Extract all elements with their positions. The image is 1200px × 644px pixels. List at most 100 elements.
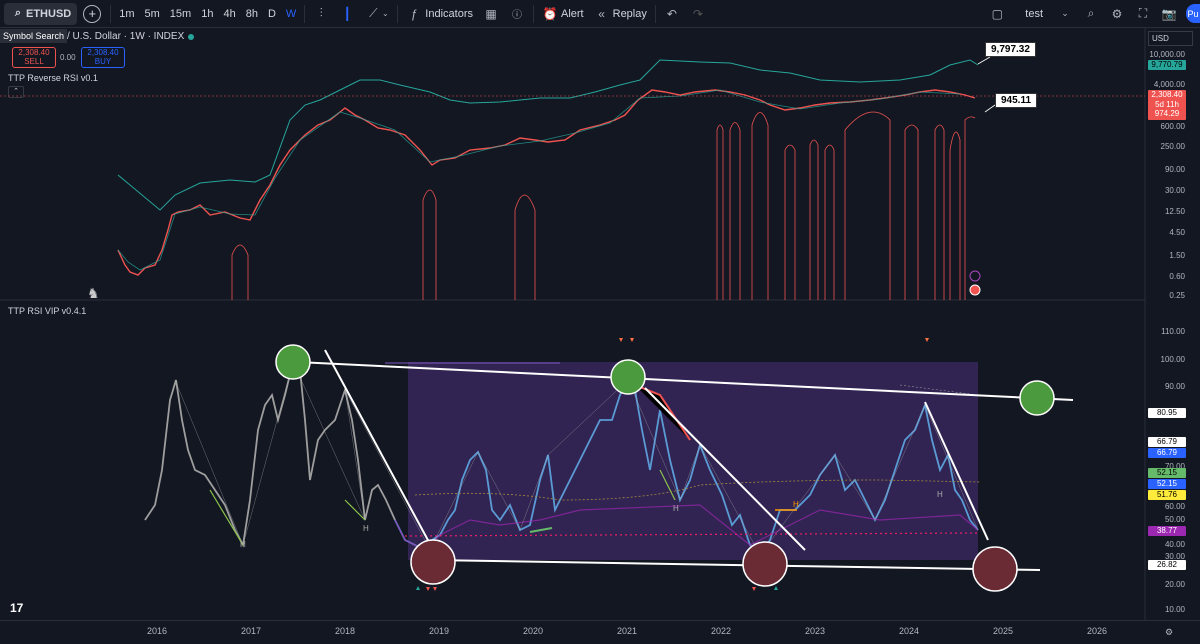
line-chart-type-button[interactable]: ⟋ ⌄ [360, 3, 394, 25]
bar-chart-type-button[interactable]: ⫶ [308, 3, 334, 25]
indicators-button[interactable]: ƒ Indicators [401, 3, 478, 25]
interval-4h[interactable]: 4h [218, 3, 240, 25]
price-axis-label: 250.00 [1160, 142, 1185, 151]
year-label: 2016 [147, 626, 168, 636]
settings-button[interactable]: ⚙ [1104, 3, 1130, 25]
interval-1m[interactable]: 1m [114, 3, 139, 25]
alerts-info-button[interactable]: ⓘ [504, 3, 530, 25]
red-value: 974.29 [1154, 109, 1180, 118]
top-circle-2025 [1019, 380, 1055, 416]
layout-toggle-button[interactable]: ▢ [984, 3, 1010, 25]
divider [533, 4, 534, 23]
tradingview-logo: 17 [10, 601, 24, 615]
interval-1h[interactable]: 1h [196, 3, 218, 25]
rsi-tag-e: 52.15 [1148, 479, 1186, 489]
year-label: 2020 [523, 626, 544, 636]
rsi-gray-line [144, 360, 396, 548]
chart-title: / U.S. Dollar · 1W · INDEX [67, 31, 185, 42]
price-axis-label: 0.25 [1169, 291, 1185, 300]
rsi-range-box [408, 362, 978, 560]
rsi-purple-line [394, 378, 979, 557]
lower-trendline [429, 559, 1041, 571]
interval-8h[interactable]: 8h [241, 3, 263, 25]
lower-callout: 945.11 [995, 93, 1038, 108]
fullscreen-button[interactable]: ⛶ [1130, 3, 1156, 25]
year-label: 2023 [805, 626, 826, 636]
candle-chart-type-button[interactable]: ┃ [334, 3, 360, 25]
price-axis-label: 12.50 [1164, 207, 1185, 216]
snapshot-button[interactable]: 📷 [1156, 3, 1182, 25]
undo-icon: ↶ [666, 6, 677, 21]
pivot-h-label: H [793, 500, 799, 509]
year-label: 2019 [429, 626, 450, 636]
price-axis-label: 10,000.00 [1149, 50, 1185, 59]
alarm-clock-icon: ⏰ [542, 6, 558, 21]
grid-icon: ▦ [485, 6, 497, 21]
quick-search-button[interactable]: ⌕ [1078, 3, 1104, 25]
undo-button[interactable]: ↶ [659, 3, 685, 25]
spread-value: 0.00 [60, 53, 76, 62]
settings-corner-button[interactable]: ⚙ [1165, 627, 1173, 638]
rsi-axis-label: 10.00 [1164, 605, 1185, 614]
flag-icon [969, 284, 981, 296]
year-label: 2017 [241, 626, 262, 636]
time-axis[interactable] [0, 620, 1200, 644]
last-price: 2,308.40 [1151, 90, 1183, 99]
layout-name: test [1025, 7, 1043, 20]
rsi-tag-d: 52.15 [1148, 468, 1186, 478]
templates-button[interactable]: ▦ [478, 3, 504, 25]
publish-button[interactable]: Pu [1186, 4, 1200, 23]
buy-button[interactable]: 2,308.40 BUY [81, 47, 125, 68]
price-axis-label: 4,000.00 [1153, 80, 1185, 89]
rsi-axis-label: 60.00 [1164, 502, 1185, 511]
plus-icon: + [88, 6, 97, 21]
indicators-icon: ƒ [410, 6, 418, 21]
square-icon: ▢ [991, 6, 1003, 21]
quick-search-icon: ⌕ [1087, 6, 1095, 20]
symbol-search-button[interactable]: ⌕ ETHUSD [4, 2, 78, 25]
interval-d[interactable]: D [263, 3, 281, 25]
sell-button[interactable]: 2,308.40 SELL [12, 47, 56, 68]
pivot-h-label: H [937, 490, 943, 499]
rewind-icon: « [598, 6, 605, 21]
interval-15m[interactable]: 15m [165, 3, 196, 25]
currency-label: USD [1152, 34, 1169, 43]
alert-button[interactable]: ⏰ Alert [537, 3, 589, 25]
replay-button[interactable]: « Replay [589, 3, 652, 25]
symbol-search-tooltip: Symbol Search [0, 29, 68, 43]
divider [304, 4, 306, 23]
year-label: 2024 [899, 626, 920, 636]
last-price-tag: 2,308.40 5d 11h 974.29 [1148, 90, 1186, 120]
rsi-tag-h: 26.82 [1148, 560, 1186, 570]
price-axis-label: 4.50 [1169, 228, 1185, 237]
year-label: 2026 [1087, 626, 1108, 636]
rsi-axis-label: 110.00 [1161, 327, 1185, 336]
interval-5m[interactable]: 5m [140, 3, 165, 25]
price-axis-label: 600.00 [1160, 122, 1185, 131]
upper-callout: 9,797.32 [985, 42, 1036, 57]
collapse-legend-button[interactable]: ⌃ [8, 86, 24, 98]
rsi-tag-f: 51.76 [1148, 490, 1186, 500]
alert-label: Alert [561, 7, 584, 20]
rsi-axis-label: 40.00 [1164, 540, 1185, 549]
redo-icon: ↷ [692, 6, 703, 21]
layout-name-button[interactable]: test ⌄ [1020, 3, 1078, 25]
indicator2-legend[interactable]: TTP RSI VIP v0.4.1 [8, 306, 86, 316]
pivot-h-label: H [240, 540, 246, 549]
gear-icon: ⚙ [1111, 6, 1123, 21]
currency-selector[interactable]: USD [1148, 31, 1193, 46]
divider [654, 4, 656, 23]
indicator1-legend[interactable]: TTP Reverse RSI v0.1 [8, 73, 98, 83]
top-circle-2017 [275, 344, 311, 380]
compare-symbol-button[interactable]: + [83, 4, 102, 23]
year-label: 2018 [335, 626, 356, 636]
redo-button[interactable]: ↷ [685, 3, 711, 25]
bottom-circle-2019 [410, 539, 456, 585]
bars-icon: ⫶ [319, 6, 323, 20]
year-label: 2021 [617, 626, 638, 636]
chevron-up-icon: ⌃ [13, 88, 19, 95]
rsi-axis-label: 20.00 [1164, 580, 1185, 589]
interval-w[interactable]: W [281, 3, 301, 25]
upper-green-line [117, 59, 979, 211]
price-candles [117, 89, 976, 276]
